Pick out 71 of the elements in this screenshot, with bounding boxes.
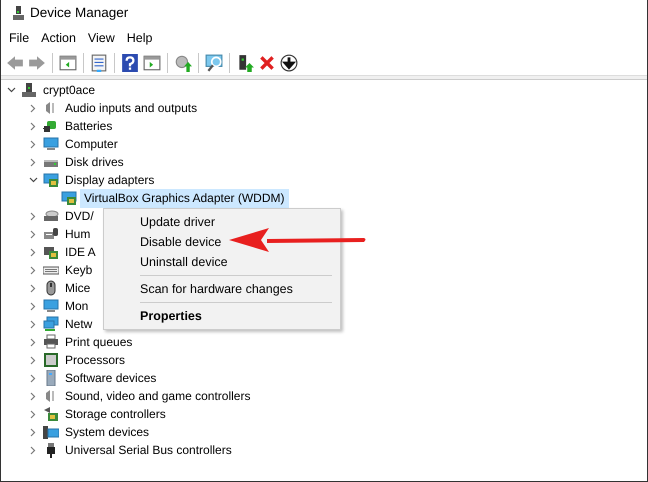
network-icon — [43, 316, 59, 332]
menu-item[interactable]: Disable device — [104, 232, 340, 252]
tree-item[interactable]: Processors — [62, 352, 128, 368]
display-adapter-icon — [43, 172, 59, 188]
menu-item[interactable]: Update driver — [104, 212, 340, 232]
collapse-chevron-icon[interactable] — [6, 87, 16, 93]
download-button[interactable] — [278, 54, 300, 72]
tree-item[interactable]: VirtualBox Graphics Adapter (WDDM) — [80, 188, 289, 208]
expand-chevron-icon[interactable] — [30, 302, 36, 310]
tree-item[interactable]: Netw — [62, 316, 96, 332]
optical-drive-icon — [43, 208, 59, 224]
expand-chevron-icon[interactable] — [30, 104, 36, 112]
monitor-icon — [43, 298, 59, 314]
expand-chevron-icon[interactable] — [30, 122, 36, 130]
menu-item[interactable]: View — [82, 26, 121, 50]
tree-item[interactable]: Sound, video and game controllers — [62, 388, 254, 404]
tree-item[interactable]: Disk drives — [62, 154, 127, 170]
tree-item[interactable]: Mice — [62, 280, 94, 296]
expand-chevron-icon[interactable] — [30, 410, 36, 418]
pane-button[interactable] — [57, 54, 79, 72]
ide-controller-icon — [43, 244, 59, 260]
tree-item[interactable]: Keyb — [62, 262, 96, 278]
expand-chevron-icon[interactable] — [30, 158, 36, 166]
menu-item[interactable]: Properties — [104, 306, 340, 326]
tree-item[interactable]: IDE A — [62, 244, 99, 260]
display-adapter-icon — [61, 190, 77, 206]
expand-chevron-icon[interactable] — [30, 356, 36, 364]
tree-item[interactable]: Batteries — [62, 118, 116, 134]
computer-icon — [21, 82, 37, 98]
action-pane-button[interactable] — [141, 54, 163, 72]
tree-item[interactable]: Hum — [62, 226, 94, 242]
tree-item[interactable]: Mon — [62, 298, 92, 314]
menu-item[interactable]: Action — [35, 26, 82, 50]
tree-item[interactable]: Audio inputs and outputs — [62, 100, 200, 116]
storage-controller-icon — [43, 406, 59, 422]
tree-item[interactable]: Display adapters — [62, 172, 158, 188]
system-device-icon — [43, 424, 59, 440]
collapse-chevron-icon[interactable] — [28, 177, 38, 183]
keyboard-mouse-icon — [43, 226, 59, 242]
expand-chevron-icon[interactable] — [30, 446, 36, 454]
tree-item[interactable]: Software devices — [62, 370, 160, 386]
monitor-search-button[interactable] — [203, 54, 225, 72]
menu-item[interactable]: Help — [120, 26, 158, 50]
menu-item[interactable]: File — [3, 26, 36, 50]
computer-icon — [13, 6, 24, 20]
expand-chevron-icon[interactable] — [30, 428, 36, 436]
tree-item[interactable]: System devices — [62, 424, 152, 440]
menu-item[interactable]: Uninstall device — [104, 252, 340, 272]
expand-chevron-icon[interactable] — [30, 266, 36, 274]
battery-plug-icon — [43, 118, 59, 134]
expand-chevron-icon[interactable] — [30, 212, 36, 220]
monitor-icon — [43, 136, 59, 152]
tree-item[interactable]: DVD/ — [62, 208, 97, 224]
expand-chevron-icon[interactable] — [30, 374, 36, 382]
expand-chevron-icon[interactable] — [30, 392, 36, 400]
expand-chevron-icon[interactable] — [30, 284, 36, 292]
tree-item[interactable]: crypt0ace — [40, 82, 98, 98]
tree-item[interactable]: Print queues — [62, 334, 136, 350]
expand-chevron-icon[interactable] — [30, 338, 36, 346]
expand-chevron-icon[interactable] — [30, 320, 36, 328]
processor-icon — [43, 352, 59, 368]
tree-item[interactable]: Universal Serial Bus controllers — [62, 442, 235, 458]
menu-item[interactable]: Scan for hardware changes — [104, 279, 340, 299]
tree-item[interactable]: Computer — [62, 136, 121, 152]
window-title: Device Manager — [30, 4, 128, 22]
help-button[interactable] — [119, 54, 141, 72]
expand-chevron-icon[interactable] — [30, 230, 36, 238]
tree-item[interactable]: Storage controllers — [62, 406, 169, 422]
printer-icon — [43, 334, 59, 350]
expand-chevron-icon[interactable] — [30, 248, 36, 256]
expand-chevron-icon[interactable] — [30, 140, 36, 148]
